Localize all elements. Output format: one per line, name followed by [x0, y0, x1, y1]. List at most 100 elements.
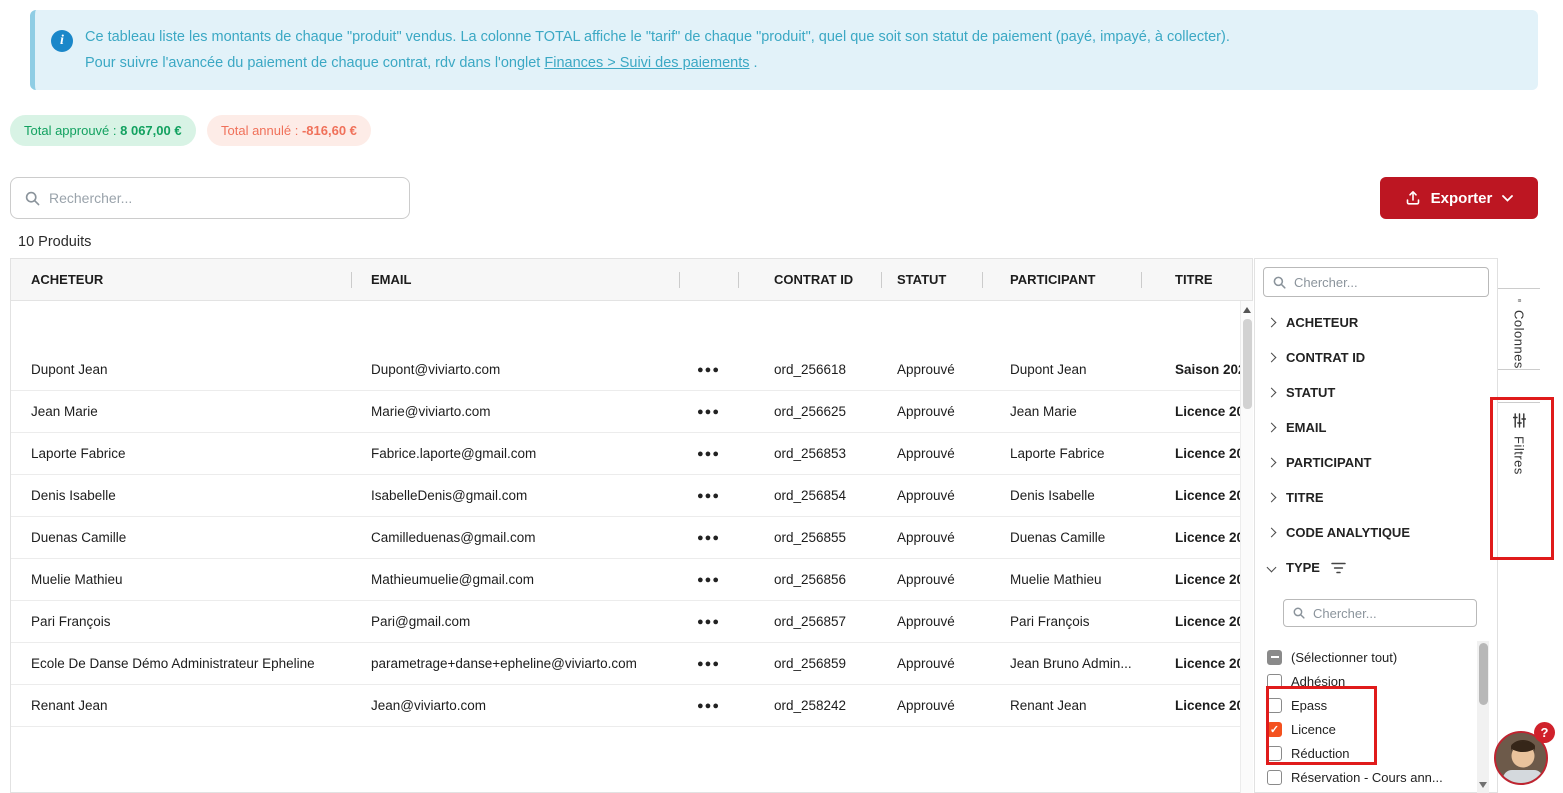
checkbox-indeterminate[interactable] [1267, 650, 1282, 665]
panel-search [1263, 267, 1489, 297]
option-label: (Sélectionner tout) [1291, 650, 1397, 665]
cell-contrat-id: ord_256859 [738, 656, 881, 671]
cell-statut: Approuvé [881, 656, 982, 671]
row-actions-button[interactable]: ●●● [679, 406, 738, 418]
ellipsis-icon: ●●● [697, 406, 720, 418]
cell-contrat-id: ord_256853 [738, 446, 881, 461]
scroll-down-icon[interactable] [1479, 782, 1487, 788]
cell-contrat-id: ord_256854 [738, 488, 881, 503]
filter-option-select-all[interactable]: (Sélectionner tout) [1255, 645, 1497, 669]
ellipsis-icon: ●●● [697, 532, 720, 544]
badge-approved-amount: 8 067,00 € [120, 123, 181, 138]
sidebar-item-code-analytique[interactable]: CODE ANALYTIQUE [1255, 515, 1497, 550]
row-actions-button[interactable]: ●●● [679, 490, 738, 502]
filter-option-licence[interactable]: Licence [1255, 717, 1497, 741]
scrollbar-thumb[interactable] [1243, 319, 1252, 409]
info-line2-prefix: Pour suivre l'avancée du paiement de cha… [85, 55, 544, 71]
cell-email: Jean@viviarto.com [351, 698, 679, 713]
sidebar-item-acheteur[interactable]: ACHETEUR [1255, 305, 1497, 340]
sidebar-item-statut[interactable]: STATUT [1255, 375, 1497, 410]
checkbox[interactable] [1267, 674, 1282, 689]
scroll-up-icon[interactable] [1243, 307, 1251, 313]
tab-colonnes[interactable]: Colonnes [1498, 288, 1540, 370]
column-header-email[interactable]: EMAIL [351, 259, 679, 300]
row-actions-button[interactable]: ●●● [679, 532, 738, 544]
ellipsis-icon: ●●● [697, 490, 720, 502]
sidebar-item-email[interactable]: EMAIL [1255, 410, 1497, 445]
checkbox[interactable] [1267, 770, 1282, 785]
payments-link[interactable]: Finances > Suivi des paiements [544, 55, 749, 71]
row-actions-button[interactable]: ●●● [679, 448, 738, 460]
table-row[interactable]: Laporte Fabrice Fabrice.laporte@gmail.co… [11, 433, 1252, 475]
row-actions-button[interactable]: ●●● [679, 658, 738, 670]
cell-statut: Approuvé [881, 698, 982, 713]
column-header-contrat-id[interactable]: CONTRAT ID [738, 259, 881, 300]
chevron-right-icon [1267, 423, 1277, 433]
table-row[interactable]: Dupont Jean Dupont@viviarto.com ●●● ord_… [11, 349, 1252, 391]
column-header-statut[interactable]: STATUT [881, 259, 982, 300]
column-header-participant[interactable]: PARTICIPANT [982, 259, 1141, 300]
export-button[interactable]: Exporter [1380, 177, 1538, 219]
sidebar-item-titre[interactable]: TITRE [1255, 480, 1497, 515]
cell-titre: Licence 2025 [1141, 446, 1252, 461]
table-row[interactable]: Jean Marie Marie@viviarto.com ●●● ord_25… [11, 391, 1252, 433]
filter-option-reduction[interactable]: Réduction [1255, 741, 1497, 765]
filters-icon [1513, 413, 1526, 428]
table-row[interactable]: Pari François Pari@gmail.com ●●● ord_256… [11, 601, 1252, 643]
table-row[interactable]: Denis Isabelle IsabelleDenis@gmail.com ●… [11, 475, 1252, 517]
options-scrollbar[interactable] [1477, 641, 1489, 793]
row-actions-button[interactable]: ●●● [679, 616, 738, 628]
checkbox[interactable] [1267, 698, 1282, 713]
row-actions-button[interactable]: ●●● [679, 364, 738, 376]
row-actions-button[interactable]: ●●● [679, 574, 738, 586]
products-table: ACHETEUR EMAIL CONTRAT ID STATUT PARTICI… [10, 258, 1253, 793]
column-header-titre[interactable]: TITRE [1141, 259, 1252, 300]
tab-filtres[interactable]: Filtres [1498, 402, 1540, 560]
badge-total-cancelled: Total annulé : -816,60 € [207, 115, 371, 146]
cell-titre: Licence 2025 [1141, 404, 1252, 419]
row-actions-button[interactable]: ●●● [679, 700, 738, 712]
cell-email: Pari@gmail.com [351, 614, 679, 629]
table-row[interactable]: Muelie Mathieu Mathieumuelie@gmail.com ●… [11, 559, 1252, 601]
table-row[interactable]: Renant Jean Jean@viviarto.com ●●● ord_25… [11, 685, 1252, 727]
filter-option-epass[interactable]: Epass [1255, 693, 1497, 717]
chevron-right-icon [1267, 318, 1277, 328]
table-row[interactable]: Duenas Camille Camilleduenas@gmail.com ●… [11, 517, 1252, 559]
cell-email: Dupont@viviarto.com [351, 362, 679, 377]
checkbox-checked[interactable] [1267, 722, 1282, 737]
cell-acheteur: Jean Marie [11, 404, 351, 419]
search-input[interactable] [49, 190, 395, 206]
cell-email: Camilleduenas@gmail.com [351, 530, 679, 545]
option-label: Réservation - Cours ann... [1291, 770, 1443, 785]
cell-participant: Laporte Fabrice [982, 446, 1141, 461]
cell-contrat-id: ord_256857 [738, 614, 881, 629]
info-banner-text: Ce tableau liste les montants de chaque … [85, 24, 1518, 76]
sidebar-item-contrat-id[interactable]: CONTRAT ID [1255, 340, 1497, 375]
chevron-right-icon [1267, 528, 1277, 538]
help-badge[interactable]: ? [1534, 722, 1555, 743]
type-filter-search-input[interactable] [1313, 606, 1467, 621]
cell-contrat-id: ord_258242 [738, 698, 881, 713]
type-filter-options: (Sélectionner tout) Adhésion Epass Licen… [1255, 645, 1497, 789]
panel-search-input[interactable] [1294, 275, 1479, 290]
cell-contrat-id: ord_256856 [738, 572, 881, 587]
filter-option-reservation[interactable]: Réservation - Cours ann... [1255, 765, 1497, 789]
field-label: CODE ANALYTIQUE [1286, 525, 1410, 540]
cell-participant: Renant Jean [982, 698, 1141, 713]
filter-option-adhesion[interactable]: Adhésion [1255, 669, 1497, 693]
table-scrollbar[interactable] [1240, 301, 1253, 793]
cell-statut: Approuvé [881, 446, 982, 461]
type-filter-search [1283, 599, 1477, 627]
sidebar-item-type[interactable]: TYPE [1255, 550, 1497, 585]
cell-participant: Muelie Mathieu [982, 572, 1141, 587]
cell-titre: Licence 2025 [1141, 488, 1252, 503]
checkbox[interactable] [1267, 746, 1282, 761]
cell-acheteur: Laporte Fabrice [11, 446, 351, 461]
sidebar-item-participant[interactable]: PARTICIPANT [1255, 445, 1497, 480]
scrollbar-thumb[interactable] [1479, 643, 1488, 705]
column-header-acheteur[interactable]: ACHETEUR [11, 259, 351, 300]
cell-acheteur: Muelie Mathieu [11, 572, 351, 587]
table-row[interactable]: Ecole De Danse Démo Administrateur Ephel… [11, 643, 1252, 685]
products-count: 10 Produits [18, 234, 91, 250]
cell-contrat-id: ord_256618 [738, 362, 881, 377]
